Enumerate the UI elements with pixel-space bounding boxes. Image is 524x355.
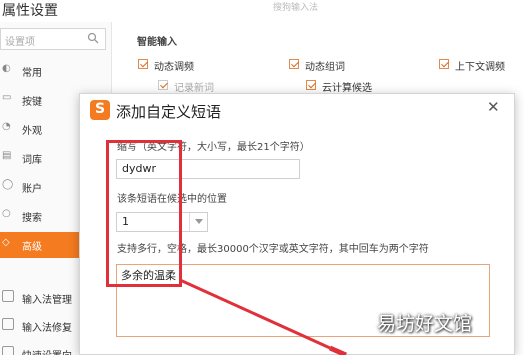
watermark: 易坊好文馆 [377,313,473,335]
annotation-arrow [179,278,348,355]
